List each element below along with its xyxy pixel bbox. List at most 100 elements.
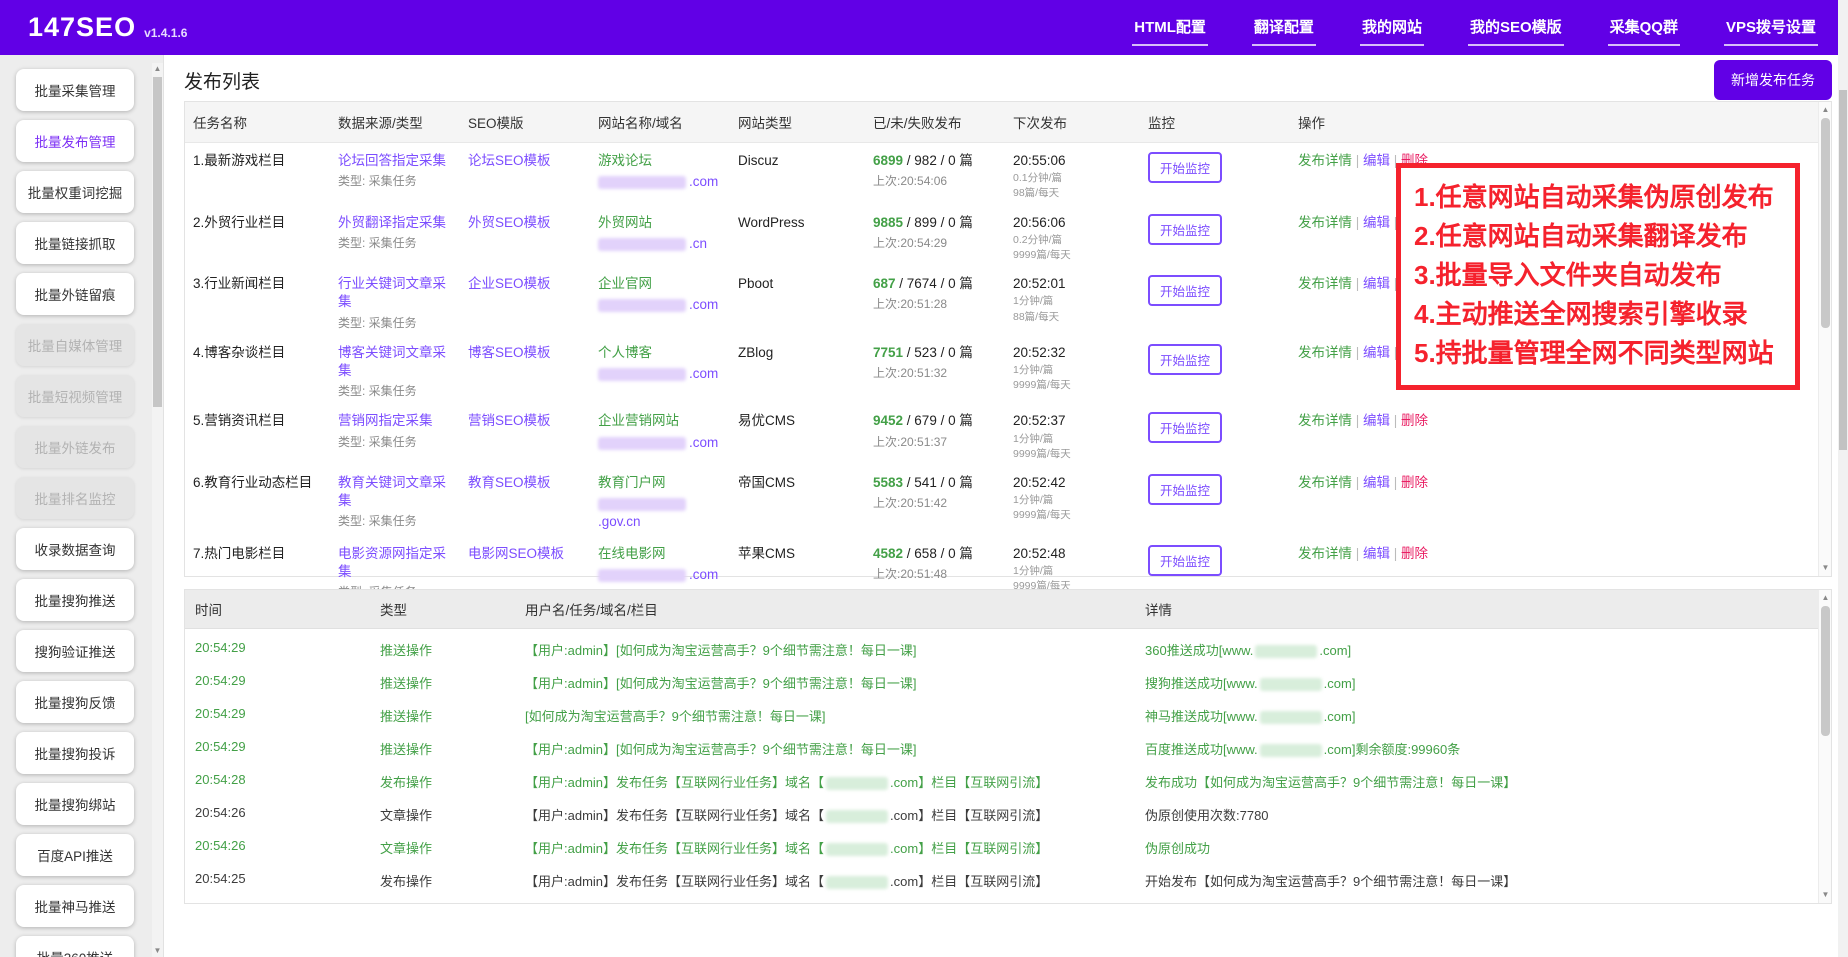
publish-detail-link[interactable]: 发布详情 (1298, 345, 1352, 360)
start-monitor-button[interactable]: 开始监控 (1148, 275, 1222, 306)
operations-cell: 发布详情 | 编辑 | 删除 (1290, 403, 1831, 465)
sidebar-item[interactable]: 批量神马推送 (16, 885, 134, 927)
annotation-line: 4.主动推送全网搜索引擎收录 (1414, 295, 1782, 334)
task-name: 3.行业新闻栏目 (185, 266, 330, 335)
next-publish-cell: 20:52:011分钟/篇88篇/每天 (1005, 266, 1140, 335)
sidebar-item[interactable]: 批量搜狗投诉 (16, 732, 134, 774)
nav-item[interactable]: 采集QQ群 (1608, 10, 1680, 46)
start-monitor-button[interactable]: 开始监控 (1148, 545, 1222, 576)
delete-link[interactable]: 删除 (1401, 546, 1428, 561)
task-source-cell: 教育关键词文章采集类型: 采集任务 (330, 465, 460, 536)
scroll-up-icon[interactable]: ▲ (152, 63, 163, 75)
page-scroll-thumb[interactable] (1839, 90, 1847, 450)
publish-detail-link[interactable]: 发布详情 (1298, 546, 1352, 561)
log-type: 推送操作 (370, 666, 515, 699)
edit-link[interactable]: 编辑 (1363, 345, 1390, 360)
domain-suffix: .com (689, 174, 718, 189)
next-publish-time: 20:52:37 (1013, 412, 1134, 430)
col-type: 类型 (370, 590, 515, 628)
sidebar-item[interactable]: 批量搜狗绑站 (16, 783, 134, 825)
edit-link[interactable]: 编辑 (1363, 546, 1390, 561)
log-detail-text: 发布成功【如何成为淘宝运营高手？9个细节需注意！每日一课】 (1145, 775, 1516, 790)
log-task: 【用户:admin】发布任务【互联网行业任务】域名【.com】栏目【互联网引流】 (515, 864, 1135, 897)
source-link[interactable]: 教育关键词文章采集 (338, 474, 454, 510)
start-monitor-button[interactable]: 开始监控 (1148, 152, 1222, 183)
template-link[interactable]: 论坛SEO模板 (468, 152, 584, 170)
template-link[interactable]: 教育SEO模板 (468, 474, 584, 492)
col-seo-template: SEO模版 (460, 102, 590, 142)
task-source-cell: 外贸翻译指定采集类型: 采集任务 (330, 205, 460, 267)
log-table-scrollbar[interactable]: ▲ ▼ (1818, 590, 1831, 903)
sidebar-item[interactable]: 百度API推送 (16, 834, 134, 876)
scroll-down-icon[interactable]: ▼ (152, 945, 163, 957)
app-logo: 147SEO (28, 12, 136, 43)
sidebar-item[interactable]: 批量外链留痕 (16, 273, 134, 315)
site-name: 在线电影网 (598, 545, 724, 563)
publish-detail-link[interactable]: 发布详情 (1298, 475, 1352, 490)
scroll-down-icon[interactable]: ▼ (1820, 562, 1831, 574)
delete-link[interactable]: 删除 (1401, 413, 1428, 428)
start-monitor-button[interactable]: 开始监控 (1148, 344, 1222, 375)
separator: | (1352, 413, 1363, 428)
publish-detail-link[interactable]: 发布详情 (1298, 153, 1352, 168)
sidebar-item[interactable]: 搜狗验证推送 (16, 630, 134, 672)
nav-item[interactable]: 我的SEO模版 (1468, 10, 1564, 46)
sidebar: 批量采集管理批量发布管理批量权重词挖掘批量链接抓取批量外链留痕批量自媒体管理批量… (0, 55, 163, 957)
sidebar-item[interactable]: 批量搜狗反馈 (16, 681, 134, 723)
nav-item[interactable]: HTML配置 (1132, 10, 1208, 46)
site-domain: .com (598, 566, 724, 584)
scroll-down-icon[interactable]: ▼ (1820, 889, 1831, 901)
publish-detail-link[interactable]: 发布详情 (1298, 413, 1352, 428)
start-monitor-button[interactable]: 开始监控 (1148, 214, 1222, 245)
sidebar-item[interactable]: 批量权重词挖掘 (16, 171, 134, 213)
nav-item[interactable]: VPS拨号设置 (1724, 10, 1818, 46)
next-publish-cell: 20:52:421分钟/篇9999篇/每天 (1005, 465, 1140, 536)
nav-item[interactable]: 我的网站 (1360, 10, 1424, 46)
log-scroll-thumb[interactable] (1821, 606, 1830, 736)
log-detail: 开始发布【如何成为淘宝运营高手？9个细节需注意！每日一课】 (1135, 864, 1831, 897)
source-link[interactable]: 论坛回答指定采集 (338, 152, 454, 170)
log-table-header: 时间 类型 用户名/任务/域名/栏目 详情 (185, 590, 1831, 629)
redacted-domain (598, 437, 686, 450)
site-cms-type: Discuz (730, 143, 865, 205)
add-publish-task-button[interactable]: 新增发布任务 (1714, 60, 1832, 100)
source-link[interactable]: 外贸翻译指定采集 (338, 214, 454, 232)
edit-link[interactable]: 编辑 (1363, 276, 1390, 291)
source-link[interactable]: 行业关键词文章采集 (338, 275, 454, 311)
start-monitor-button[interactable]: 开始监控 (1148, 474, 1222, 505)
sidebar-item[interactable]: 批量发布管理 (16, 120, 134, 162)
source-link[interactable]: 电影资源网指定采集 (338, 545, 454, 581)
source-link[interactable]: 博客关键词文章采集 (338, 344, 454, 380)
delete-link[interactable]: 删除 (1401, 475, 1428, 490)
sidebar-scroll-thumb[interactable] (153, 77, 162, 407)
edit-link[interactable]: 编辑 (1363, 413, 1390, 428)
template-link[interactable]: 电影网SEO模板 (468, 545, 584, 563)
published-count: 9885 (873, 215, 903, 230)
edit-link[interactable]: 编辑 (1363, 475, 1390, 490)
template-link[interactable]: 企业SEO模板 (468, 275, 584, 293)
page-scrollbar[interactable] (1838, 0, 1848, 957)
sidebar-item[interactable]: 批量链接抓取 (16, 222, 134, 264)
nav-item[interactable]: 翻译配置 (1252, 10, 1316, 46)
sidebar-item[interactable]: 收录数据查询 (16, 528, 134, 570)
scroll-up-icon[interactable]: ▲ (1820, 592, 1831, 604)
sidebar-item[interactable]: 批量搜狗推送 (16, 579, 134, 621)
task-table-scrollbar[interactable]: ▲ ▼ (1818, 102, 1831, 576)
publish-detail-link[interactable]: 发布详情 (1298, 276, 1352, 291)
template-link[interactable]: 外贸SEO模板 (468, 214, 584, 232)
sidebar-scrollbar[interactable]: ▲ ▼ (152, 63, 163, 957)
log-detail-text: 百度推送成功[www. (1145, 742, 1258, 757)
log-detail: 神马推送成功[www..com] (1135, 699, 1831, 732)
sidebar-item[interactable]: 批量采集管理 (16, 69, 134, 111)
edit-link[interactable]: 编辑 (1363, 153, 1390, 168)
scroll-up-icon[interactable]: ▲ (1820, 104, 1831, 116)
template-link[interactable]: 博客SEO模板 (468, 344, 584, 362)
start-monitor-button[interactable]: 开始监控 (1148, 412, 1222, 443)
edit-link[interactable]: 编辑 (1363, 215, 1390, 230)
task-scroll-thumb[interactable] (1821, 118, 1830, 328)
daily-limit: 9999篇/每天 (1013, 378, 1134, 392)
template-link[interactable]: 营销SEO模板 (468, 412, 584, 430)
publish-detail-link[interactable]: 发布详情 (1298, 215, 1352, 230)
source-link[interactable]: 营销网指定采集 (338, 412, 454, 430)
sidebar-item[interactable]: 批量360推送 (16, 936, 134, 957)
